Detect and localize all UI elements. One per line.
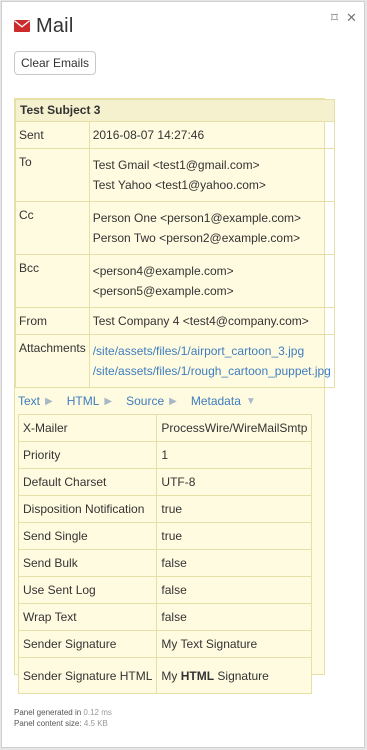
tab-text-label: Text <box>18 394 41 408</box>
metadata-row: Send Bulk false <box>17 549 313 577</box>
metadata-value: 1 <box>156 441 313 469</box>
to-label: To <box>15 148 90 202</box>
panel-title: Mail <box>36 14 74 37</box>
attachments-row: Attachments /site/assets/files/1/airport… <box>15 334 335 388</box>
panel-footer: Panel generated in 0.12 ms Panel content… <box>14 707 112 729</box>
window-controls: ⌑ ✕ <box>328 11 358 24</box>
generated-value: 0.12 ms <box>83 708 112 717</box>
caret-right-icon: ▶ <box>169 395 177 407</box>
metadata-key: Priority <box>17 441 158 469</box>
close-icon[interactable]: ✕ <box>345 11 358 24</box>
tab-source-label: Source <box>126 394 165 408</box>
generated-label: Panel generated in <box>14 708 82 717</box>
sent-label: Sent <box>15 121 90 149</box>
caret-right-icon: ▶ <box>45 395 53 407</box>
to-row: To Test Gmail <test1@gmail.com> Test Yah… <box>15 148 335 202</box>
email-card: Test Subject 3 Sent 2016-08-07 14:27:46 … <box>14 98 335 694</box>
metadata-row: Default Charset UTF-8 <box>17 468 313 496</box>
metadata-value: My Text Signature <box>156 630 313 658</box>
tab-html-label: HTML <box>66 394 100 408</box>
cc-label: Cc <box>15 201 90 255</box>
metadata-value: true <box>156 495 313 523</box>
caret-right-icon: ▶ <box>104 395 113 407</box>
metadata-key: Disposition Notification <box>17 495 158 523</box>
metadata-key: Sender Signature <box>17 630 158 658</box>
to-values: Test Gmail <test1@gmail.com> Test Yahoo … <box>88 148 335 202</box>
email-view-tabs: Text ▶ HTML ▶ Source ▶ Metadata ▼ <box>15 388 324 414</box>
attachment-link[interactable]: /site/assets/files/1/airport_cartoon_3.j… <box>93 344 304 358</box>
metadata-value: false <box>156 603 313 631</box>
from-label: From <box>15 307 90 335</box>
metadata-value: UTF-8 <box>156 468 313 496</box>
cc-values: Person One <person1@example.com> Person … <box>88 201 335 255</box>
pin-icon[interactable]: ⌑ <box>328 11 341 24</box>
from-value: Test Company 4 <test4@company.com> <box>88 307 335 335</box>
bcc-label: Bcc <box>15 254 90 308</box>
metadata-row: Priority 1 <box>17 441 313 469</box>
size-label: Panel content size: <box>14 719 82 728</box>
bcc-values: <person4@example.com> <person5@example.c… <box>88 254 335 308</box>
metadata-row: Disposition Notification true <box>17 495 313 523</box>
signature-suffix: Signature <box>214 668 269 683</box>
metadata-table: X-Mailer ProcessWire/WireMailSmtp Priori… <box>17 414 313 694</box>
metadata-value: true <box>156 522 313 550</box>
size-value: 4.5 KB <box>83 719 108 728</box>
metadata-key: Send Single <box>17 522 158 550</box>
metadata-row: Sender Signature HTML My HTML Signature <box>17 657 313 694</box>
metadata-value: false <box>156 576 313 604</box>
metadata-row: Use Sent Log false <box>17 576 313 604</box>
to-recipient: Test Yahoo <test1@yahoo.com> <box>92 178 266 192</box>
email-header-table: Test Subject 3 Sent 2016-08-07 14:27:46 … <box>15 99 335 388</box>
from-row: From Test Company 4 <test4@company.com> <box>15 307 335 335</box>
attachments-label: Attachments <box>15 334 90 388</box>
tab-source[interactable]: Source ▶ <box>126 394 177 408</box>
cc-row: Cc Person One <person1@example.com> Pers… <box>15 201 335 255</box>
metadata-key: X-Mailer <box>17 414 158 442</box>
attachment-link[interactable]: /site/assets/files/1/rough_cartoon_puppe… <box>93 364 331 378</box>
attachments-values: /site/assets/files/1/airport_cartoon_3.j… <box>88 334 335 388</box>
cc-recipient: Person One <person1@example.com> <box>92 211 301 225</box>
metadata-value: false <box>156 549 313 577</box>
clear-emails-button[interactable]: Clear Emails <box>14 51 97 75</box>
metadata-key: Wrap Text <box>17 603 158 631</box>
to-recipient: Test Gmail <test1@gmail.com> <box>92 158 260 172</box>
tab-text[interactable]: Text ▶ <box>18 394 53 408</box>
metadata-row: Sender Signature My Text Signature <box>17 630 313 658</box>
tab-html[interactable]: HTML ▶ <box>67 394 112 408</box>
envelope-icon <box>14 20 30 32</box>
signature-bold: HTML <box>180 668 215 683</box>
metadata-row: Send Single true <box>17 522 313 550</box>
metadata-value: My HTML Signature <box>156 657 313 694</box>
sent-value: 2016-08-07 14:27:46 <box>88 121 335 149</box>
metadata-key: Default Charset <box>17 468 158 496</box>
metadata-key: Use Sent Log <box>17 576 158 604</box>
tab-metadata[interactable]: Metadata ▼ <box>191 394 256 408</box>
panel-header: Mail <box>14 12 73 40</box>
tab-metadata-label: Metadata <box>190 394 241 408</box>
metadata-key: Sender Signature HTML <box>17 657 158 694</box>
metadata-value: ProcessWire/WireMailSmtp <box>156 414 313 442</box>
bcc-row: Bcc <person4@example.com> <person5@examp… <box>15 254 335 308</box>
metadata-key: Send Bulk <box>17 549 158 577</box>
email-subject: Test Subject 3 <box>15 99 335 122</box>
cc-recipient: Person Two <person2@example.com> <box>92 231 301 245</box>
signature-prefix: My <box>161 668 181 683</box>
metadata-row: X-Mailer ProcessWire/WireMailSmtp <box>17 414 313 442</box>
caret-down-icon: ▼ <box>245 395 256 407</box>
mail-panel: Mail ⌑ ✕ Clear Emails Test Subject 3 Sen… <box>1 1 365 748</box>
bcc-recipient: <person4@example.com> <box>92 264 234 278</box>
metadata-row: Wrap Text false <box>17 603 313 631</box>
bcc-recipient: <person5@example.com> <box>92 284 234 298</box>
sent-row: Sent 2016-08-07 14:27:46 <box>15 121 335 149</box>
